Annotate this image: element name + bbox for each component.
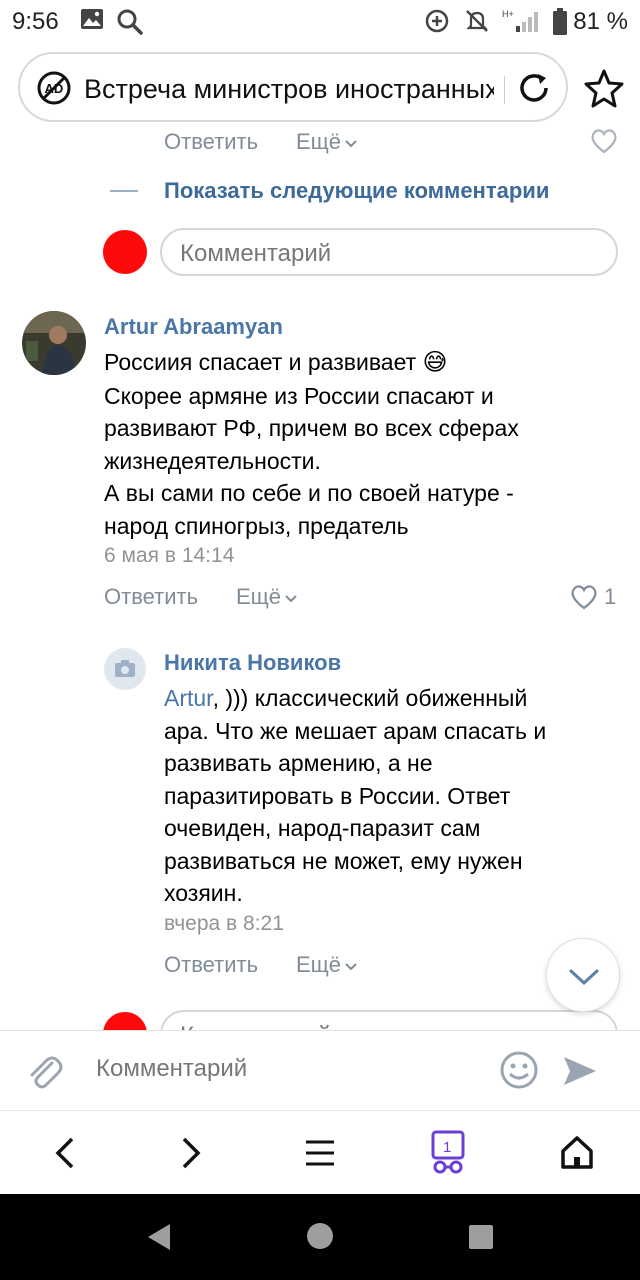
sweat-smile-emoji: 😅 bbox=[422, 349, 448, 376]
reply-line: развиваться не может, ему нужен bbox=[164, 847, 523, 874]
tabs-icon[interactable]: 1 bbox=[428, 1129, 468, 1180]
page-title[interactable]: Встреча министров иностранных дел bbox=[84, 74, 494, 105]
network-label: H+ bbox=[502, 9, 514, 19]
heart-icon[interactable] bbox=[570, 584, 598, 615]
emoji-icon[interactable] bbox=[498, 1049, 540, 1096]
chevron-down-icon bbox=[345, 140, 357, 148]
partial-comment-input[interactable]: Комментарий bbox=[160, 1010, 618, 1030]
more-label: Ещё bbox=[236, 584, 282, 609]
attach-icon[interactable] bbox=[24, 1051, 64, 1096]
tabs-count: 1 bbox=[443, 1139, 451, 1156]
chevron-down-icon bbox=[285, 595, 297, 603]
reply-more-link[interactable]: Ещё bbox=[296, 952, 358, 978]
scroll-down-button[interactable] bbox=[546, 938, 620, 1012]
status-bar: 9:56 H+ 81 % bbox=[0, 0, 640, 44]
partial-comment-placeholder: Комментарий bbox=[180, 1022, 331, 1030]
back-icon[interactable] bbox=[50, 1133, 80, 1178]
comment-author[interactable]: Artur Abraamyan bbox=[104, 314, 283, 340]
reply-more-label: Ещё bbox=[296, 952, 342, 977]
data-saver-icon bbox=[424, 8, 450, 39]
reply-line: Artur, ))) классический обиженный bbox=[164, 685, 528, 711]
comment-bar: Комментарий bbox=[0, 1030, 640, 1110]
send-icon[interactable] bbox=[560, 1051, 600, 1096]
adblock-icon[interactable]: AD bbox=[36, 70, 72, 111]
reply-link[interactable]: Ответить bbox=[104, 584, 198, 610]
status-time: 9:56 bbox=[12, 8, 59, 35]
browser-nav-bar: 1 bbox=[0, 1110, 640, 1194]
reply-comment-placeholder: Комментарий bbox=[180, 240, 332, 267]
more-link[interactable]: Ещё bbox=[236, 584, 298, 610]
comment-line: развивают РФ, причем во всех сферах bbox=[104, 415, 519, 441]
reply-author[interactable]: Никита Новиков bbox=[164, 650, 341, 676]
system-recents-icon[interactable] bbox=[468, 1224, 494, 1255]
prev-more-label: Ещё bbox=[296, 129, 342, 154]
reply-line: развивать армению, а не bbox=[164, 750, 433, 776]
reply-line: очевиден, народ-паразит сам bbox=[164, 815, 481, 841]
user-avatar bbox=[103, 1012, 147, 1030]
address-bar[interactable]: AD Встреча министров иностранных дел bbox=[18, 52, 568, 122]
system-nav-bar bbox=[0, 1194, 640, 1280]
forward-icon[interactable] bbox=[176, 1133, 206, 1178]
screen: 9:56 H+ 81 % AD Встреча министров иностр… bbox=[0, 0, 640, 1280]
reply-date: вчера в 8:21 bbox=[164, 912, 284, 935]
battery-percent: 81 % bbox=[573, 8, 628, 35]
reload-icon[interactable] bbox=[516, 70, 552, 111]
reply-line: паразитировать в России. Ответ bbox=[164, 782, 511, 809]
like-count: 1 bbox=[604, 584, 617, 609]
menu-icon[interactable] bbox=[304, 1133, 336, 1178]
picture-icon bbox=[80, 8, 104, 35]
comment-line: Скорее армяне из России спасают и bbox=[104, 382, 494, 409]
reply-line: хозяин. bbox=[164, 880, 243, 906]
camera-icon[interactable] bbox=[104, 648, 146, 690]
reply-line: ара. Что же мешает арам спасать и bbox=[164, 717, 547, 744]
chevron-down-icon bbox=[569, 969, 599, 986]
comment-text: Россиия спасает и развивает 😅 Скорее арм… bbox=[104, 346, 624, 542]
comment-line: жизнедеятельности. bbox=[104, 447, 321, 474]
comment-line: народ спиногрыз, предатель bbox=[104, 512, 409, 539]
chevron-down-icon bbox=[345, 963, 357, 971]
comment-input[interactable]: Комментарий bbox=[96, 1055, 247, 1083]
comments-section[interactable]: Ответить Ещё Показать следующие коммента… bbox=[0, 128, 640, 1030]
reply-comment-input[interactable]: Комментарий bbox=[160, 228, 618, 276]
address-divider bbox=[504, 76, 505, 104]
bookmark-star-icon[interactable] bbox=[582, 66, 626, 115]
reply-text: Artur, ))) классический обиженный ара. Ч… bbox=[164, 682, 624, 910]
signal-icon: H+ bbox=[502, 8, 546, 39]
prev-more-link[interactable]: Ещё bbox=[296, 129, 358, 155]
mention-link[interactable]: Artur bbox=[164, 685, 213, 711]
show-next-comments-link[interactable]: Показать следующие комментарии bbox=[164, 178, 549, 204]
home-icon[interactable] bbox=[558, 1133, 596, 1178]
comment-line: Россиия спасает и развивает 😅 bbox=[104, 349, 448, 376]
prev-reply-link[interactable]: Ответить bbox=[164, 129, 258, 155]
thread-line bbox=[110, 190, 138, 192]
avatar[interactable] bbox=[22, 311, 86, 375]
mute-icon bbox=[464, 8, 490, 39]
comment-date: 6 мая в 14:14 bbox=[104, 544, 235, 567]
system-home-icon[interactable] bbox=[306, 1222, 334, 1255]
user-avatar bbox=[103, 230, 147, 274]
search-icon bbox=[116, 8, 144, 41]
system-back-icon[interactable] bbox=[144, 1222, 174, 1257]
reply-reply-link[interactable]: Ответить bbox=[164, 952, 258, 978]
heart-icon[interactable] bbox=[590, 128, 618, 159]
comment-line: А вы сами по себе и по своей натуре - bbox=[104, 480, 514, 506]
battery-icon bbox=[552, 8, 568, 41]
